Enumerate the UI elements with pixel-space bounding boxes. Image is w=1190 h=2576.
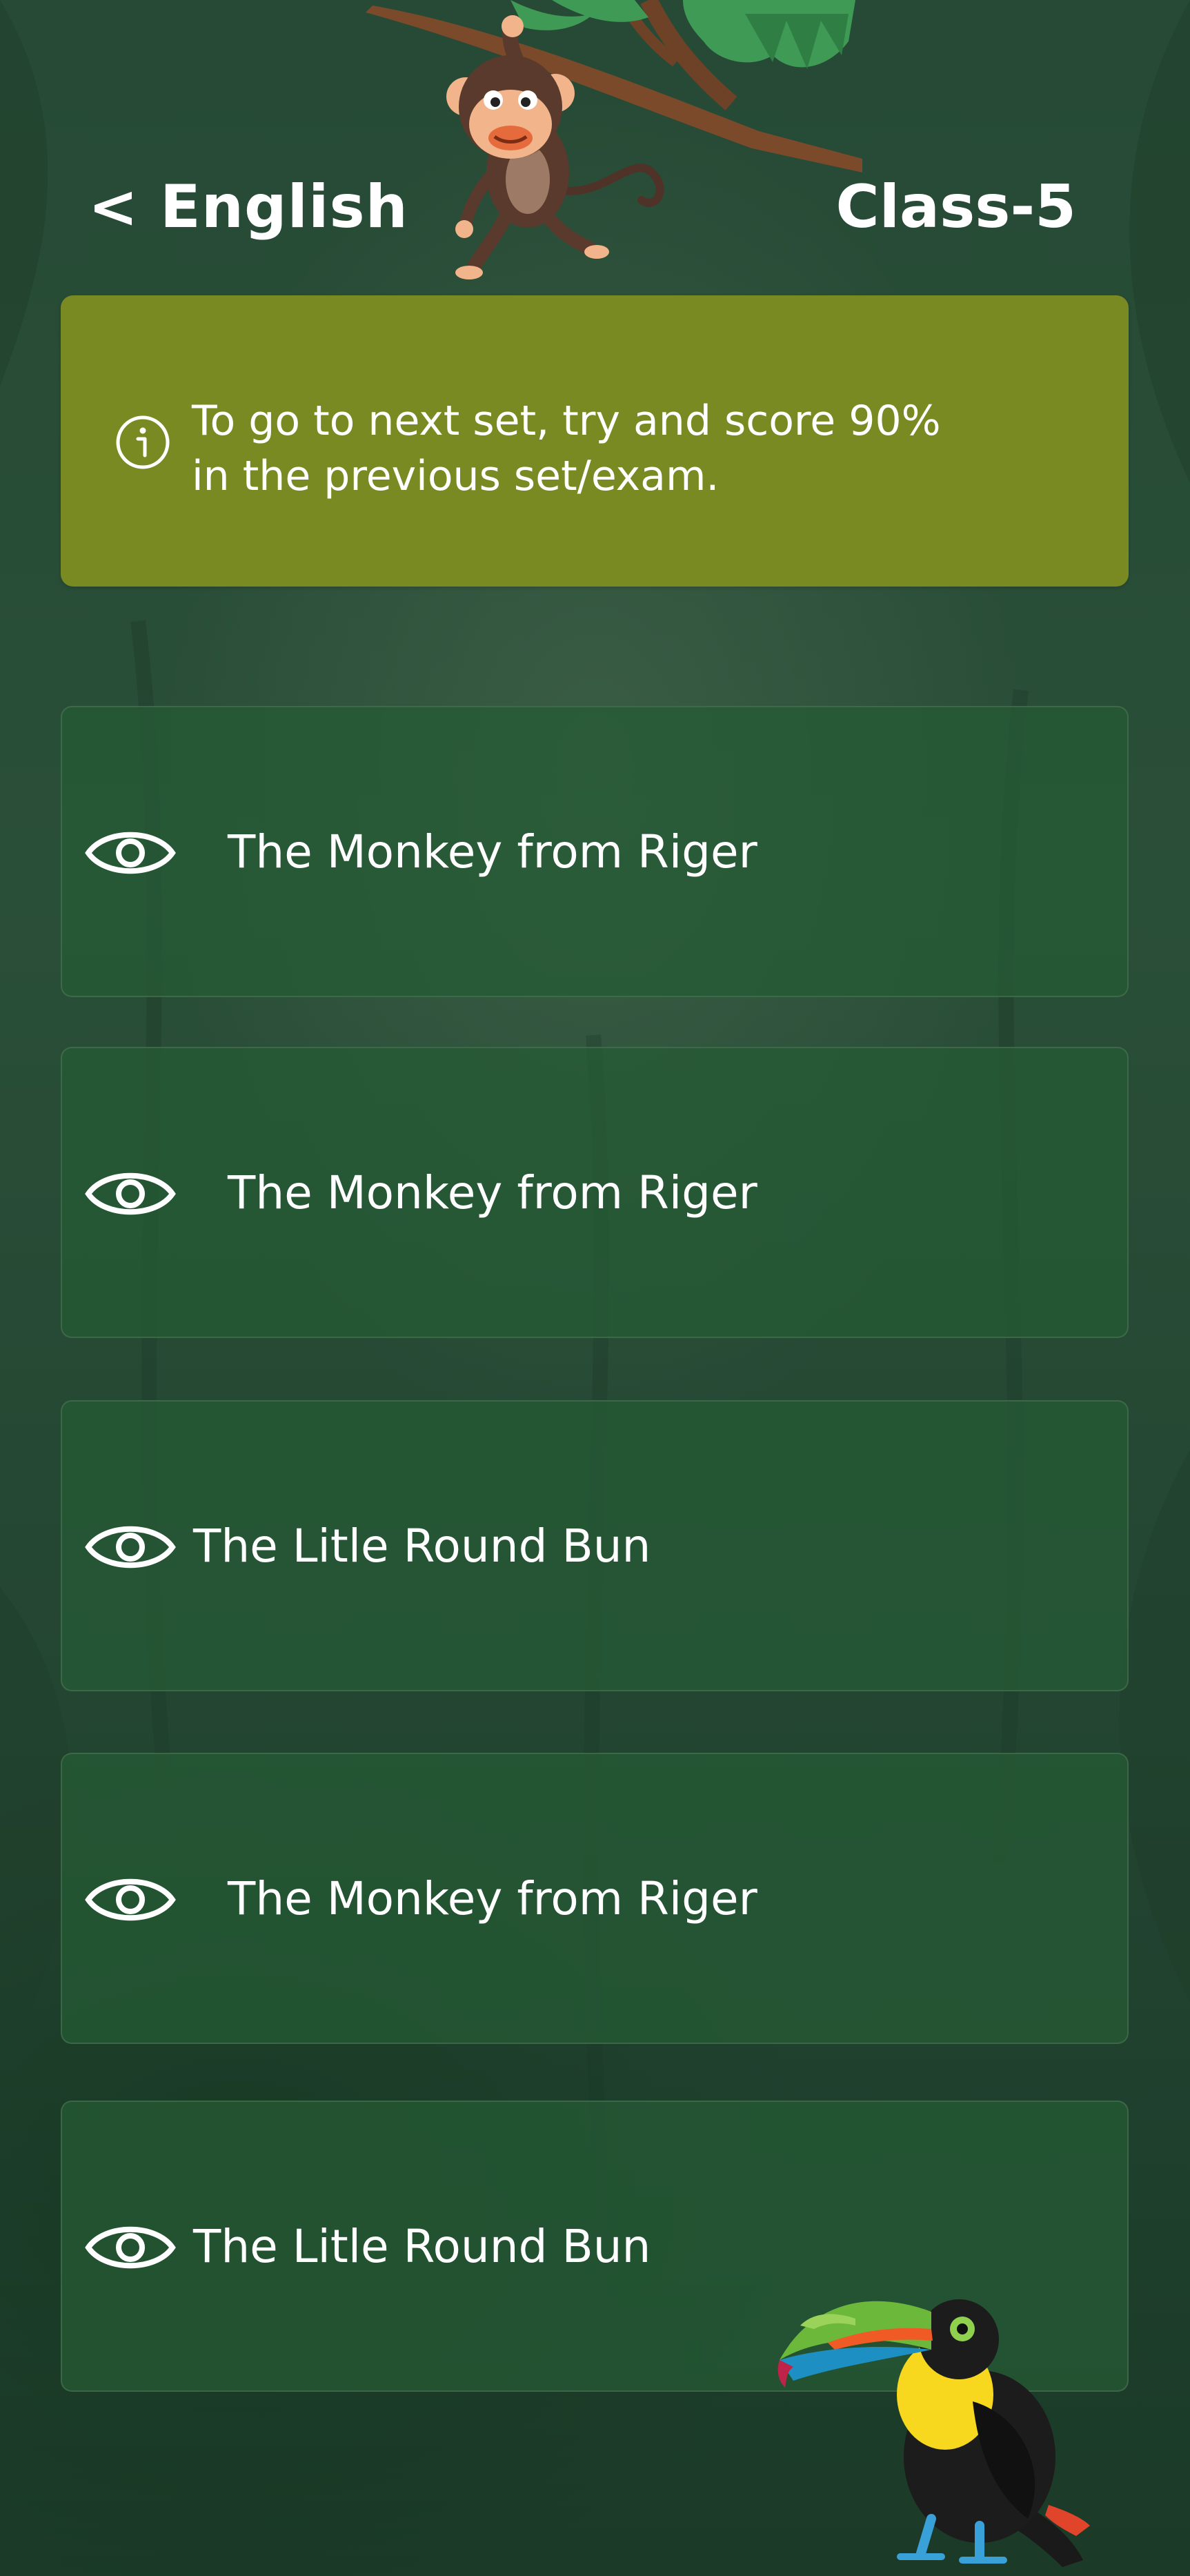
toucan-illustration bbox=[777, 2299, 1090, 2567]
set-card-2[interactable]: The Monkey from Riger bbox=[61, 1047, 1129, 1338]
set-title: The Monkey from Riger bbox=[228, 1872, 757, 1925]
back-button[interactable]: < English bbox=[88, 173, 408, 242]
set-title: The Litle Round Bun bbox=[193, 2220, 651, 2273]
info-banner: To go to next set, try and score 90% in … bbox=[61, 295, 1129, 587]
set-card-4[interactable]: The Monkey from Riger bbox=[61, 1753, 1129, 2044]
set-title: The Litle Round Bun bbox=[193, 1520, 651, 1573]
eye-icon[interactable] bbox=[84, 1870, 177, 1929]
info-message: To go to next set, try and score 90% in … bbox=[192, 393, 1089, 504]
set-card-1[interactable]: The Monkey from Riger bbox=[61, 706, 1129, 997]
set-card-3[interactable]: The Litle Round Bun bbox=[61, 1400, 1129, 1691]
class-label: Class-5 bbox=[835, 173, 1076, 242]
set-title: The Monkey from Riger bbox=[228, 825, 757, 878]
eye-icon[interactable] bbox=[84, 1517, 177, 1577]
eye-icon[interactable] bbox=[84, 1164, 177, 1223]
info-message-line-1: To go to next set, try and score 90% bbox=[192, 397, 941, 445]
eye-icon[interactable] bbox=[84, 2218, 177, 2277]
info-icon bbox=[116, 415, 170, 469]
page-header: < English Class-5 bbox=[0, 159, 1190, 255]
eye-icon[interactable] bbox=[84, 823, 177, 883]
set-title: The Monkey from Riger bbox=[228, 1166, 757, 1219]
info-message-line-2: in the previous set/exam. bbox=[192, 452, 720, 500]
